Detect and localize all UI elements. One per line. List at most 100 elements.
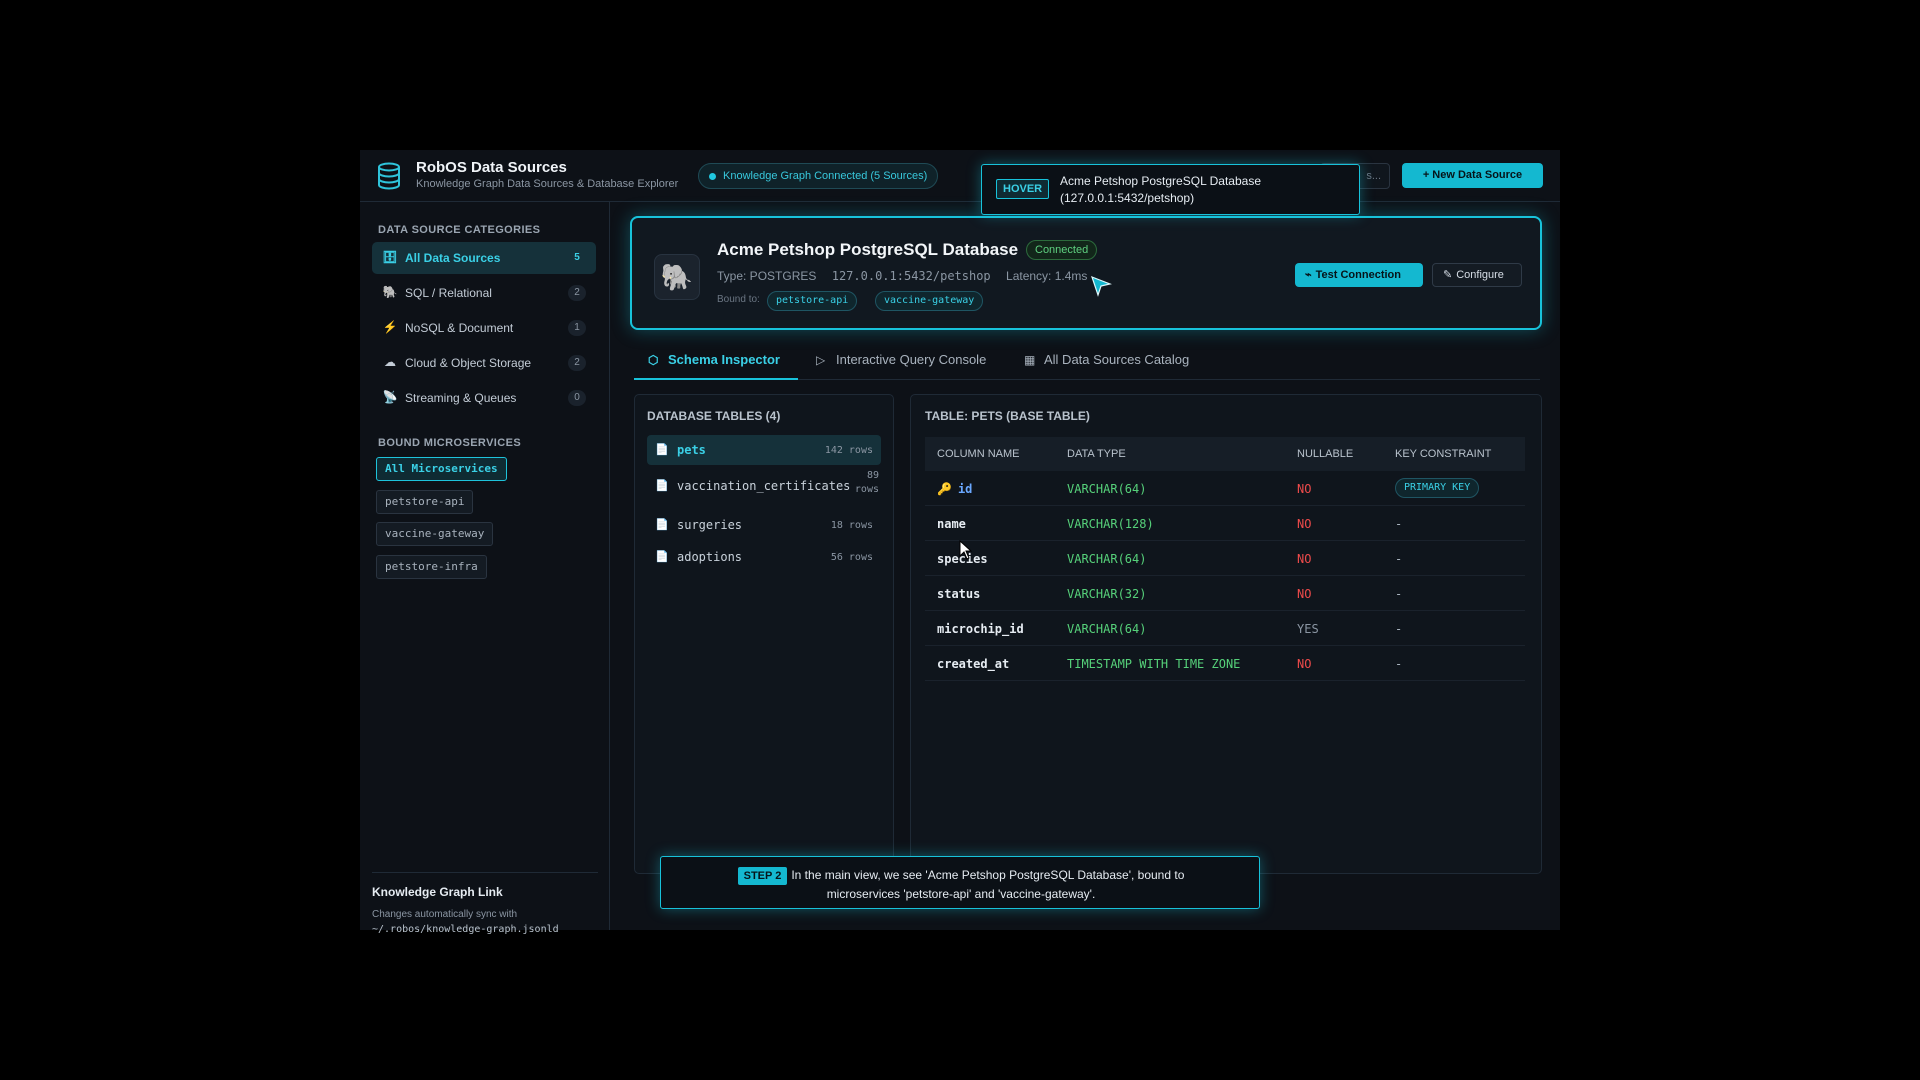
main-content: 🐘 Acme Petshop PostgreSQL Database Conne…	[610, 202, 1560, 930]
column-name: name	[937, 517, 966, 531]
data-source-card[interactable]: 🐘 Acme Petshop PostgreSQL Database Conne…	[630, 216, 1542, 330]
data-source-meta: Type: POSTGRES 127.0.0.1:5432/petshop La…	[717, 269, 1099, 283]
table-row-count: 56 rows	[830, 552, 873, 563]
column-key: -	[1395, 657, 1403, 671]
edit-icon: ✎	[1443, 269, 1453, 281]
data-source-address: 127.0.0.1:5432/petshop	[831, 269, 991, 283]
microservice-filter-petstore-infra[interactable]: petstore-infra	[376, 555, 487, 579]
category-count: 0	[568, 390, 586, 406]
database-tables-panel: DATABASE TABLES (4) 📄 pets 142 rows 📄 va…	[634, 394, 894, 874]
column-name: microchip_id	[937, 622, 1024, 636]
kg-link-description: Changes automatically sync with	[372, 909, 518, 920]
column-key: -	[1395, 552, 1403, 566]
table-row-count: 18 rows	[830, 520, 873, 531]
kg-status-text: Knowledge Graph Connected (5 Sources)	[723, 170, 928, 182]
app-subtitle: Knowledge Graph Data Sources & Database …	[416, 178, 679, 190]
bound-chip-vaccine-gateway[interactable]: vaccine-gateway	[875, 291, 984, 311]
tab-schema-inspector[interactable]: ⬡ Schema Inspector	[634, 342, 798, 380]
bound-to-label: Bound to:	[717, 294, 760, 305]
data-source-type: Type: POSTGRES	[717, 269, 817, 283]
test-connection-button[interactable]: ⌁ Test Connection	[1295, 263, 1423, 287]
step-caption: STEP 2 In the main view, we see 'Acme Pet…	[660, 856, 1260, 909]
column-name: created_at	[937, 657, 1010, 671]
status-dot-icon	[709, 173, 716, 180]
category-cloud-object-storage[interactable]: ☁ Cloud & Object Storage 2	[372, 347, 596, 379]
microservice-filter-vaccine-gateway[interactable]: vaccine-gateway	[376, 522, 494, 546]
table-row: species VARCHAR(64) NO -	[925, 541, 1525, 576]
column-nullable: NO	[1297, 482, 1312, 496]
category-count: 2	[568, 355, 586, 371]
schema-title: TABLE: PETS (BASE TABLE)	[925, 409, 1090, 423]
kg-status-badge: Knowledge Graph Connected (5 Sources)	[698, 163, 939, 189]
key-icon: 🔑	[937, 482, 952, 496]
configure-button[interactable]: ✎ Configure	[1432, 263, 1522, 287]
category-label: SQL / Relational	[405, 286, 492, 300]
kg-link-title: Knowledge Graph Link	[372, 885, 503, 899]
column-nullable: NO	[1297, 552, 1312, 566]
cloud-icon: ☁	[384, 355, 396, 369]
table-row-count: 89 rows	[854, 470, 879, 495]
microservices-heading: BOUND MICROSERVICES	[378, 437, 522, 449]
step-text: In the main view, we see 'Acme Petshop P…	[791, 868, 1185, 901]
file-icon: 📄	[655, 551, 669, 563]
lightning-icon: ⚡	[382, 320, 398, 334]
table-item-pets[interactable]: 📄 pets 142 rows	[647, 435, 881, 465]
kg-link-text: Changes automatically sync with ~/.robos…	[372, 907, 598, 937]
bound-chip-petstore-api[interactable]: petstore-api	[767, 291, 858, 311]
column-name-cell: 🔑 id	[937, 482, 972, 496]
new-data-source-button[interactable]: + New Data Source	[1402, 163, 1543, 188]
category-sql-relational[interactable]: 🐘 SQL / Relational 2	[372, 277, 596, 309]
view-tabs: ⬡ Schema Inspector ▷ Interactive Query Con…	[634, 342, 1540, 380]
grid-icon: ▦	[1024, 353, 1036, 367]
kg-link-path: ~/.robos/knowledge-graph.jsonld	[372, 924, 559, 935]
table-row: created_at TIMESTAMP WITH TIME ZONE NO -	[925, 646, 1525, 681]
microservice-filter-petstore-api[interactable]: petstore-api	[376, 490, 474, 514]
test-connection-label: Test Connection	[1315, 269, 1401, 281]
schema-table-header: COLUMN NAME DATA TYPE NULLABLE KEY CONST…	[925, 437, 1525, 471]
tab-label: Schema Inspector	[668, 352, 780, 367]
category-count: 2	[568, 285, 586, 301]
app-header: RobOS Data Sources Knowledge Graph Data …	[360, 150, 1560, 202]
agent-cursor-icon	[1091, 275, 1112, 297]
tab-label: Interactive Query Console	[836, 352, 987, 367]
kg-link-panel: Knowledge Graph Link Changes automatical…	[372, 872, 598, 937]
header-key-constraint: KEY CONSTRAINT	[1395, 448, 1492, 460]
configure-label: Configure	[1456, 269, 1504, 281]
table-row-count: 142 rows	[824, 445, 873, 456]
category-streaming-queues[interactable]: 📡 Streaming & Queues 0	[372, 382, 596, 414]
column-type: VARCHAR(64)	[1067, 552, 1147, 566]
table-row: name VARCHAR(128) NO -	[925, 506, 1525, 541]
table-name: pets	[677, 443, 706, 457]
connection-status-badge: Connected	[1026, 240, 1098, 260]
table-item-surgeries[interactable]: 📄 surgeries 18 rows	[647, 510, 881, 540]
category-nosql-document[interactable]: ⚡ NoSQL & Document 1	[372, 312, 596, 344]
column-name: status	[937, 587, 981, 601]
column-type: TIMESTAMP WITH TIME ZONE	[1067, 657, 1241, 671]
tab-data-sources-catalog[interactable]: ▦ All Data Sources Catalog	[1024, 342, 1224, 380]
file-icon: 📄	[655, 519, 669, 531]
table-row: microchip_id VARCHAR(64) YES -	[925, 611, 1525, 646]
header-data-type: DATA TYPE	[1067, 448, 1126, 460]
column-nullable: NO	[1297, 517, 1312, 531]
tab-query-console[interactable]: ▷ Interactive Query Console	[816, 342, 1016, 380]
microservice-filter-all[interactable]: All Microservices	[376, 457, 507, 481]
category-count: 5	[574, 252, 580, 263]
table-name: vaccination_certificates	[677, 479, 851, 493]
app-title: RobOS Data Sources	[416, 159, 567, 176]
category-label: Streaming & Queues	[405, 391, 517, 405]
column-name: id	[957, 482, 973, 496]
category-all-data-sources[interactable]: 🗄 All Data Sources 5	[372, 242, 596, 274]
tab-label: All Data Sources Catalog	[1044, 352, 1190, 367]
table-item-adoptions[interactable]: 📄 adoptions 56 rows	[647, 542, 881, 572]
satellite-icon: 📡	[382, 390, 398, 404]
schema-panel: TABLE: PETS (BASE TABLE) COLUMN NAME DAT…	[910, 394, 1542, 874]
categories-heading: DATA SOURCE CATEGORIES	[378, 224, 541, 236]
category-label: Cloud & Object Storage	[405, 356, 532, 370]
column-key: -	[1395, 622, 1403, 636]
database-logo-icon	[378, 162, 400, 190]
tables-title: DATABASE TABLES (4)	[647, 409, 781, 423]
cube-icon: ⬡	[648, 353, 659, 367]
column-nullable: NO	[1297, 657, 1312, 671]
table-item-vaccination-certificates[interactable]: 📄 vaccination_certificates 89 rows	[647, 469, 881, 505]
pulse-icon: ⌁	[1305, 269, 1312, 281]
